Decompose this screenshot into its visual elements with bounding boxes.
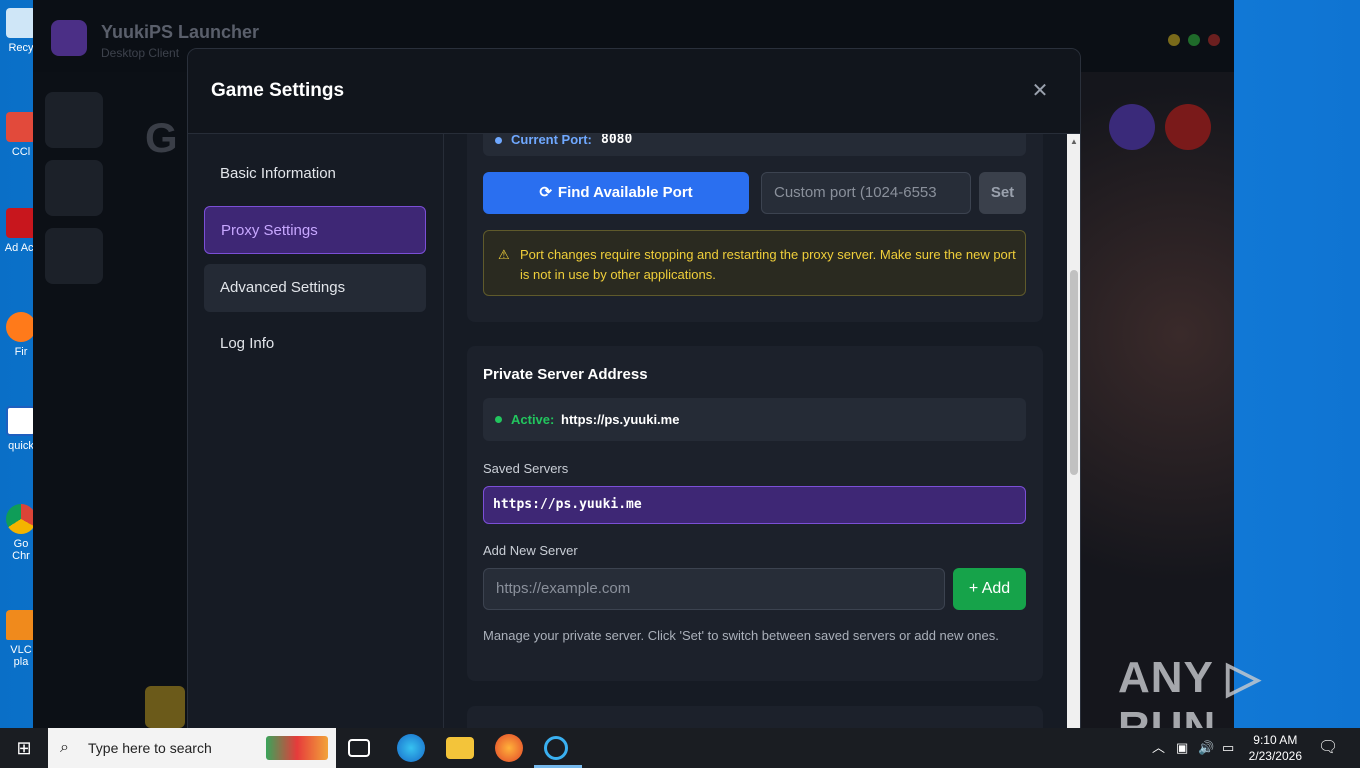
task-view-icon[interactable] <box>348 739 370 757</box>
private-server-card: Private Server Address Active: https://p… <box>467 346 1043 681</box>
file-explorer-icon[interactable] <box>446 737 474 759</box>
set-port-button[interactable]: Set <box>979 172 1026 214</box>
game-thumb[interactable] <box>45 92 103 148</box>
game-thumb[interactable] <box>45 160 103 216</box>
active-server-url: https://ps.yuuki.me <box>561 412 680 427</box>
settings-sidebar: Basic Information Proxy Settings Advance… <box>188 134 444 737</box>
power-icon[interactable] <box>1165 104 1211 150</box>
active-status-dot-icon <box>495 416 502 423</box>
current-port-label: Current Port: <box>511 134 592 147</box>
close-dot-icon[interactable] <box>1208 34 1220 46</box>
dialog-header: Game Settings ✕ <box>188 49 1080 134</box>
acrobat-icon <box>6 208 36 238</box>
vlc-icon <box>6 610 36 640</box>
scroll-thumb[interactable] <box>1070 270 1078 475</box>
firefox-icon <box>6 312 36 342</box>
port-warning: ⚠ Port changes require stopping and rest… <box>483 230 1026 296</box>
launcher-taskbar-icon[interactable] <box>544 736 568 760</box>
ccleaner-icon <box>6 112 36 142</box>
scroll-up-icon[interactable]: ▲ <box>1070 137 1078 146</box>
search-highlight-icon <box>266 736 328 760</box>
windows-start-icon[interactable]: ⊞ <box>0 728 48 768</box>
current-port-box: Current Port: 8080 <box>483 134 1026 156</box>
sidebar-item-proxy-settings[interactable]: Proxy Settings <box>204 206 426 254</box>
volume-icon[interactable]: 🔊 <box>1198 728 1214 768</box>
firefox-taskbar-icon[interactable] <box>495 734 523 762</box>
sidebar-item-advanced-settings[interactable]: Advanced Settings <box>204 264 426 312</box>
sidebar-item-basic-information[interactable]: Basic Information <box>204 150 426 198</box>
find-available-port-button[interactable]: ⟳ Find Available Port <box>483 172 749 214</box>
settings-content: Current Port: 8080 ⟳ Find Available Port … <box>445 134 1067 737</box>
active-server-box: Active: https://ps.yuuki.me <box>483 398 1026 441</box>
chrome-icon <box>6 504 36 534</box>
avatar[interactable] <box>1109 104 1155 150</box>
saved-servers-label: Saved Servers <box>483 461 569 476</box>
saved-server-item[interactable]: https://ps.yuuki.me <box>483 486 1026 524</box>
add-server-label: Add New Server <box>483 543 578 558</box>
custom-port-input[interactable]: Custom port (1024-6553 <box>761 172 971 214</box>
launcher-subtitle: Desktop Client <box>101 46 180 60</box>
refresh-icon: ⟳ <box>539 184 552 201</box>
current-port-value: 8080 <box>601 134 633 147</box>
private-server-help: Manage your private server. Click 'Set' … <box>483 628 999 643</box>
content-scrollbar[interactable]: ▲ ▼ <box>1067 134 1080 737</box>
port-status-dot-icon <box>495 137 502 144</box>
word-icon <box>6 406 36 436</box>
launcher-logo-icon <box>51 20 87 56</box>
tray-chevron-icon[interactable]: ︿ <box>1152 728 1165 768</box>
warning-icon: ⚠ <box>498 247 510 262</box>
notification-icon[interactable]: 🗨 <box>1318 728 1338 768</box>
new-server-input[interactable]: https://example.com <box>483 568 945 610</box>
taskbar-clock[interactable]: 9:10 AM 2/23/2026 <box>1249 732 1302 764</box>
background-heading: G <box>145 114 178 161</box>
proxy-port-card: Current Port: 8080 ⟳ Find Available Port … <box>467 134 1043 322</box>
port-warning-text: Port changes require stopping and restar… <box>520 247 1016 282</box>
maximize-dot-icon[interactable] <box>1188 34 1200 46</box>
private-server-title: Private Server Address <box>483 366 648 383</box>
dialog-title: Game Settings <box>211 80 345 101</box>
clock-time: 9:10 AM <box>1253 733 1298 747</box>
background-badge <box>145 686 185 728</box>
taskbar-search[interactable]: ⌕ Type here to search <box>48 728 336 768</box>
meet-icon[interactable]: ▣ <box>1176 728 1188 768</box>
game-settings-dialog: Game Settings ✕ Basic Information Proxy … <box>187 48 1081 738</box>
edge-icon[interactable] <box>397 734 425 762</box>
sidebar-item-log-info[interactable]: Log Info <box>204 320 426 368</box>
launcher-title: YuukiPS Launcher <box>101 22 260 42</box>
active-label: Active: <box>511 412 555 427</box>
background-art <box>1054 72 1234 728</box>
recycle-bin-icon <box>6 8 36 38</box>
game-thumb[interactable] <box>45 228 103 284</box>
network-icon[interactable]: ▭ <box>1222 728 1234 768</box>
clock-date: 2/23/2026 <box>1248 749 1302 763</box>
taskbar: ⊞ ⌕ Type here to search ︿ ▣ 🔊 ▭ 9:10 AM … <box>0 728 1360 768</box>
add-server-button[interactable]: + Add <box>953 568 1026 610</box>
close-icon[interactable]: ✕ <box>1028 79 1052 103</box>
minimize-dot-icon[interactable] <box>1168 34 1180 46</box>
search-icon: ⌕ <box>60 739 69 756</box>
